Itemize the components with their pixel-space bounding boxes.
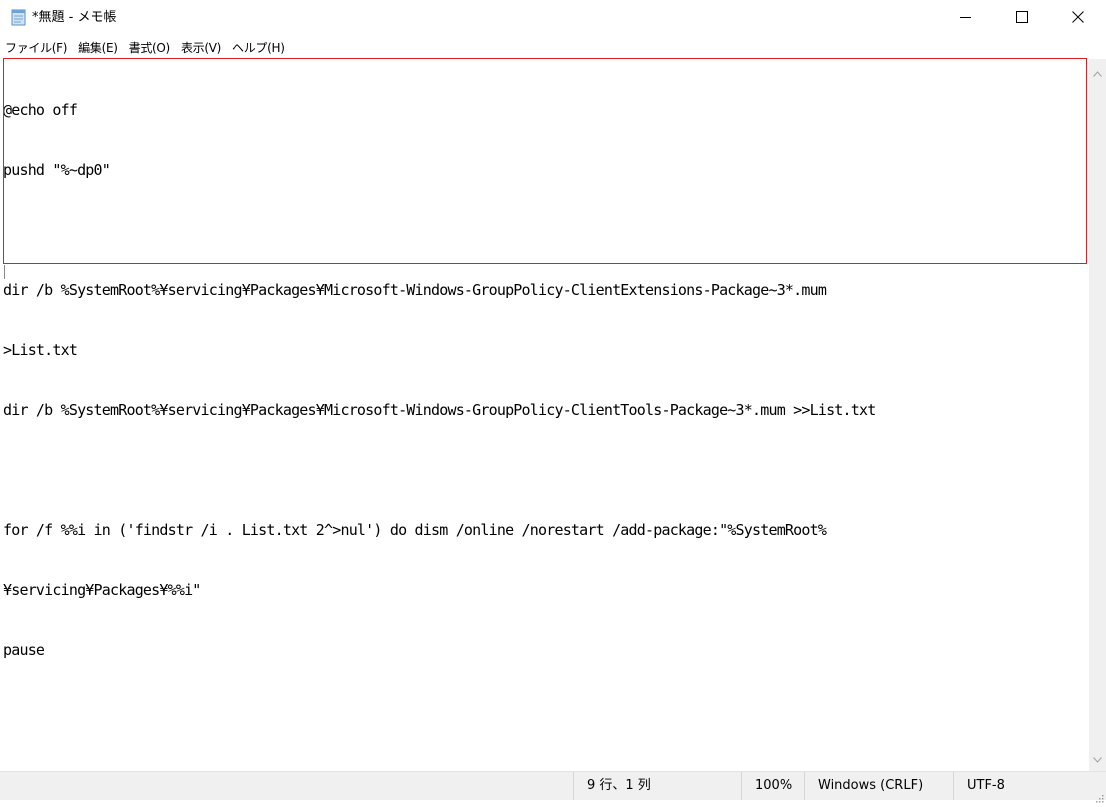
editor-line: @echo off [3,101,78,119]
chevron-down-icon [1093,748,1102,767]
notepad-icon [10,9,27,26]
editor-line: pushd "%~dp0" [3,161,111,179]
editor-line: for /f %%i in ('findstr /i . List.txt 2^… [3,521,827,539]
status-cursor-position: 9 行、1 列 [573,772,741,800]
title-bar: *無題 - メモ帳 [0,0,1106,36]
vertical-scrollbar[interactable] [1089,59,1106,771]
menu-file[interactable]: ファイル(F) [0,38,73,58]
editor-line: ¥servicing¥Packages¥%%i" [3,581,201,599]
text-editor[interactable]: @echo off pushd "%~dp0" dir /b %SystemRo… [0,59,1089,771]
status-zoom: 100% [741,772,804,800]
menu-help[interactable]: ヘルプ(H) [227,38,291,58]
menu-view[interactable]: 表示(V) [176,38,227,58]
close-button[interactable] [1049,0,1106,34]
maximize-icon [1016,11,1028,23]
close-icon [1072,11,1084,23]
window-title: *無題 - メモ帳 [32,10,117,25]
editor-line: pause [3,641,45,659]
menu-edit[interactable]: 編集(E) [73,38,123,58]
editor-line: >List.txt [3,341,78,359]
scroll-down-button[interactable] [1089,749,1106,766]
resize-grip-icon[interactable] [1094,788,1104,803]
minimize-icon [960,11,972,23]
chevron-up-icon [1093,62,1102,81]
status-line-ending: Windows (CRLF) [804,772,953,800]
scroll-up-button[interactable] [1089,63,1106,80]
minimize-button[interactable] [937,0,995,34]
editor-line: dir /b %SystemRoot%¥servicing¥Packages¥M… [3,281,827,299]
status-encoding: UTF-8 [953,772,1106,800]
status-bar: 9 行、1 列 100% Windows (CRLF) UTF-8 [0,771,1106,803]
text-caret [4,265,5,279]
menu-bar: ファイル(F) 編集(E) 書式(O) 表示(V) ヘルプ(H) [0,37,1106,59]
menu-format[interactable]: 書式(O) [124,38,176,58]
maximize-button[interactable] [993,0,1051,34]
editor-text[interactable]: @echo off pushd "%~dp0" dir /b %SystemRo… [3,60,1083,766]
editor-line: dir /b %SystemRoot%¥servicing¥Packages¥M… [3,401,876,419]
